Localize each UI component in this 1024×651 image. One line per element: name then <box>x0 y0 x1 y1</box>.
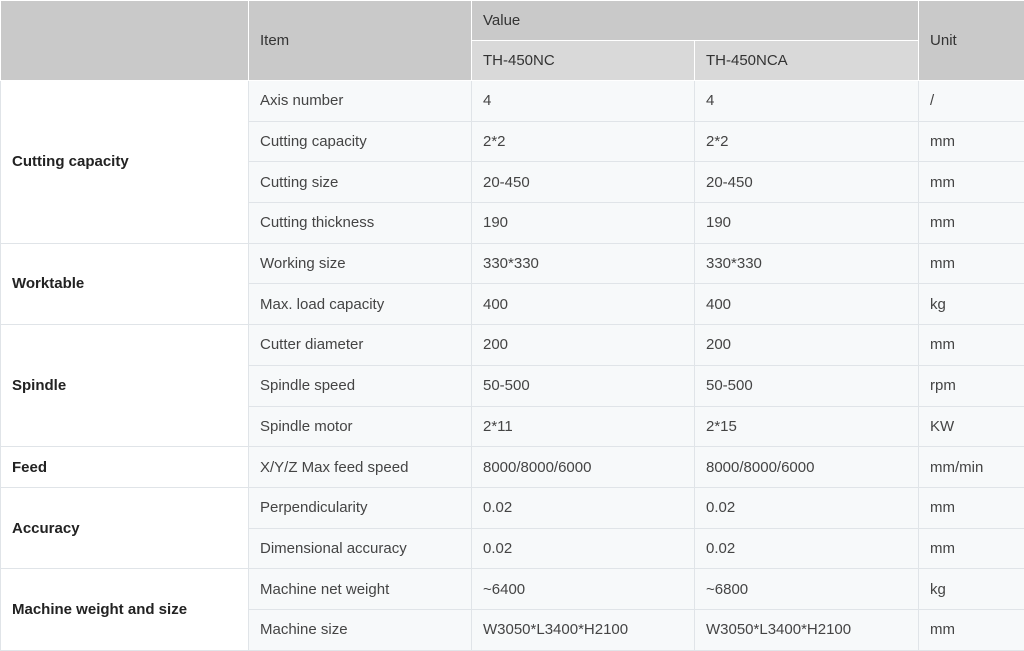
item-cell: Machine net weight <box>248 568 472 610</box>
group-label: Feed <box>0 446 249 488</box>
group-label: Machine weight and size <box>0 568 249 651</box>
table-row: Machine weight and size Machine net weigh… <box>0 568 1024 651</box>
model-2-value: 4 <box>693 80 920 122</box>
model-2-value: W3050*L3400*H2100 <box>693 608 920 651</box>
item-cell: Cutting capacity <box>248 120 472 163</box>
group-label: Spindle <box>0 324 249 448</box>
item-cell: X/Y/Z Max feed speed <box>248 446 472 488</box>
unit-cell: mm <box>918 486 1024 529</box>
model-1-value: 190 <box>471 202 695 244</box>
item-cell: Max. load capacity <box>248 283 472 326</box>
model-1-value: 200 <box>471 324 695 366</box>
group-label: Accuracy <box>0 486 249 570</box>
unit-cell: kg <box>918 568 1024 610</box>
model-1-value: 400 <box>471 283 695 326</box>
item-cell: Spindle speed <box>248 364 472 407</box>
model-1-value: W3050*L3400*H2100 <box>471 608 695 651</box>
table-row: Cutting capacity Axis number 4 4/ <box>0 80 1024 244</box>
item-cell: Cutter diameter <box>248 324 472 366</box>
unit-cell: KW <box>918 405 1024 448</box>
model-1-value: 8000/8000/6000 <box>471 446 695 488</box>
model-2-value: 200 <box>693 324 920 366</box>
header-model-2: TH-450NCA <box>693 40 920 81</box>
model-1-value: 4 <box>471 80 695 122</box>
table-row: Feed X/Y/Z Max feed speed 8000/8000/6000 80… <box>0 446 1024 488</box>
table-body: Cutting capacity Axis number 4 4/Cutting ca… <box>0 80 1024 651</box>
item-cell: Cutting thickness <box>248 202 472 244</box>
model-2-value: 50-500 <box>693 364 920 407</box>
unit-cell: rpm <box>918 364 1024 407</box>
unit-cell: mm <box>918 242 1024 285</box>
model-1-value: 50-500 <box>471 364 695 407</box>
item-cell: Machine size <box>248 608 472 651</box>
header-value: Value <box>470 0 920 41</box>
item-cell: Cutting size <box>248 161 472 204</box>
model-2-value: ~6800 <box>693 568 920 610</box>
item-cell: Spindle motor <box>248 405 472 448</box>
model-1-value: 2*11 <box>471 405 695 448</box>
model-2-value: 2*2 <box>693 120 920 163</box>
table-row: Accuracy Perpendicularity 0.02 0.02 mm <box>0 486 1024 570</box>
unit-cell: mm <box>918 608 1024 651</box>
model-1-value: 2*2 <box>471 120 695 163</box>
table-row: Worktable Working size 330*330 330*330 mm <box>0 242 1024 326</box>
model-1-value: 0.02 <box>471 486 695 529</box>
unit-cell: / <box>918 80 1024 122</box>
header-model-1: TH-450NC <box>471 40 695 81</box>
unit-cell: mm <box>918 527 1024 570</box>
unit-cell: mm/min <box>918 446 1024 488</box>
header-item: Item <box>248 0 472 81</box>
model-1-value: 330*330 <box>471 242 695 285</box>
header-group-cell <box>0 0 249 81</box>
model-2-value: 8000/8000/6000 <box>693 446 920 488</box>
item-cell: Dimensional accuracy <box>248 527 472 570</box>
model-2-value: 400 <box>693 283 920 326</box>
model-2-value: 330*330 <box>693 242 920 285</box>
model-2-value: 0.02 <box>693 527 920 570</box>
unit-cell: mm <box>918 324 1024 366</box>
item-cell: Working size <box>248 242 472 285</box>
model-1-value: 20-450 <box>471 161 695 204</box>
unit-cell: kg <box>918 283 1024 326</box>
model-2-value: 2*15 <box>693 405 920 448</box>
model-1-value: 0.02 <box>471 527 695 570</box>
unit-cell: mm <box>918 120 1024 163</box>
group-label: Cutting capacity <box>0 80 249 244</box>
model-2-value: 0.02 <box>693 486 920 529</box>
group-label: Worktable <box>0 242 249 326</box>
table-header: Item Value Unit TH-450NC TH-450NCA <box>0 0 1024 81</box>
unit-cell: mm <box>918 202 1024 244</box>
table-row: Spindle Cutter diameter 200 200 mm <box>0 324 1024 448</box>
item-cell: Axis number <box>248 80 472 122</box>
spec-table: Item Value Unit TH-450NC TH-450NCA Cutti… <box>0 0 1024 651</box>
header-unit: Unit <box>918 0 1024 81</box>
unit-cell: mm <box>918 161 1024 204</box>
item-cell: Perpendicularity <box>248 486 472 529</box>
model-2-value: 20-450 <box>693 161 920 204</box>
model-2-value: 190 <box>693 202 920 244</box>
model-1-value: ~6400 <box>471 568 695 610</box>
header-row-top: Item Value Unit <box>0 0 1024 81</box>
